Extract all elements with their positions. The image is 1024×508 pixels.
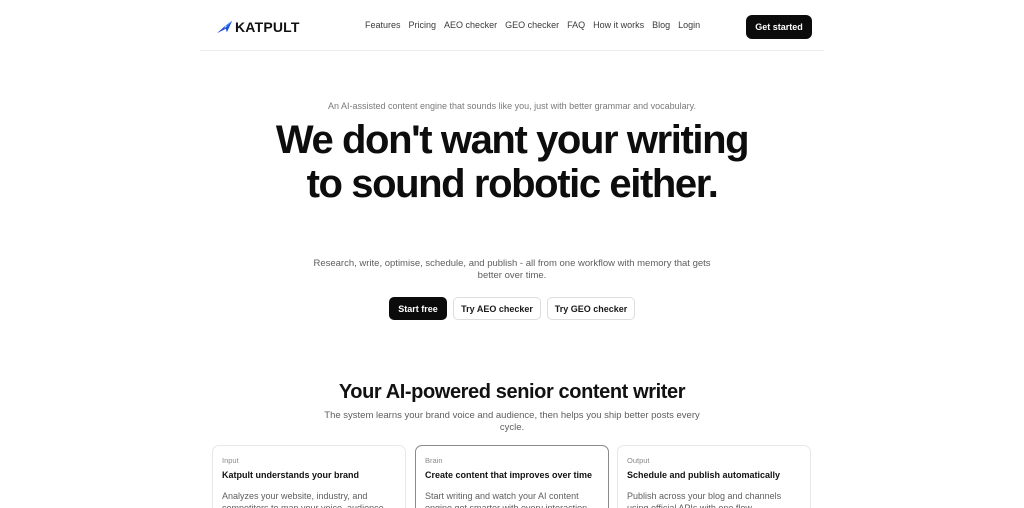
card-kicker: Brain xyxy=(425,456,443,465)
hero-button-group: Start free Try AEO checker Try GEO check… xyxy=(389,297,635,320)
nav-pricing[interactable]: Pricing xyxy=(409,20,437,30)
nav-faq[interactable]: FAQ xyxy=(567,20,585,30)
section-title: Your AI-powered senior content writer xyxy=(338,381,686,403)
hero-subtext: Research, write, optimise, schedule, and… xyxy=(313,258,711,281)
feature-card-brain[interactable]: Brain Create content that improves over … xyxy=(415,445,609,508)
feature-card-input[interactable]: Input Katpult understands your brand Ana… xyxy=(212,445,406,508)
landing-page: KATPULT Features Pricing AEO checker GEO… xyxy=(0,0,1024,508)
site-header: KATPULT Features Pricing AEO checker GEO… xyxy=(200,0,824,51)
katapult-logo-icon xyxy=(216,20,233,34)
nav-features[interactable]: Features xyxy=(365,20,401,30)
nav-blog[interactable]: Blog xyxy=(652,20,670,30)
card-kicker: Input xyxy=(222,456,239,465)
nav-how-it-works[interactable]: How it works xyxy=(593,20,644,30)
hero-headline: We don't want your writing to sound robo… xyxy=(275,118,750,206)
card-kicker: Output xyxy=(627,456,650,465)
nav-geo-checker[interactable]: GEO checker xyxy=(505,20,559,30)
card-title: Schedule and publish automatically xyxy=(627,470,781,480)
try-aeo-checker-button[interactable]: Try AEO checker xyxy=(453,297,541,320)
nav-aeo-checker[interactable]: AEO checker xyxy=(444,20,497,30)
feature-card-output[interactable]: Output Schedule and publish automaticall… xyxy=(617,445,811,508)
start-free-button[interactable]: Start free xyxy=(389,297,447,320)
brand-logo[interactable]: KATPULT xyxy=(216,17,300,37)
main-nav: Features Pricing AEO checker GEO checker… xyxy=(365,20,700,30)
try-geo-checker-button[interactable]: Try GEO checker xyxy=(547,297,635,320)
card-description: Start writing and watch your AI content … xyxy=(425,491,590,508)
card-description: Publish across your blog and channels us… xyxy=(627,491,782,508)
card-description: Analyzes your website, industry, and com… xyxy=(222,491,387,508)
card-title: Create content that improves over time xyxy=(425,470,593,480)
card-title: Katpult understands your brand xyxy=(222,470,360,480)
brand-name: KATPULT xyxy=(235,19,300,35)
nav-login[interactable]: Login xyxy=(678,20,700,30)
hero-tagline: An AI-assisted content engine that sound… xyxy=(327,101,697,111)
get-started-button[interactable]: Get started xyxy=(746,15,812,39)
section-subtitle: The system learns your brand voice and a… xyxy=(324,410,700,433)
